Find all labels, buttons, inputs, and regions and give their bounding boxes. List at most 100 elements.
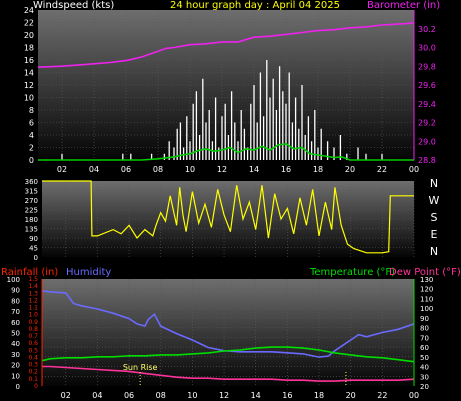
temp-x-tick: 12 (219, 391, 229, 400)
temp-x-tick: 02 (61, 391, 71, 400)
compass-letter: N (430, 245, 438, 258)
barometer-tick: 29.0 (418, 137, 436, 146)
rainfall-tick: 0.4 (28, 354, 38, 361)
temp-x-tick: 18 (314, 391, 324, 400)
wind-x-tick: 18 (313, 165, 323, 174)
barometer-title: Barometer (in) (367, 0, 440, 11)
temperature-axis-labels: 2030405060708090100110120130 (420, 276, 433, 391)
humidity-tick: 70 (11, 308, 20, 316)
wind-x-tick: 20 (345, 165, 355, 174)
wind-x-axis-labels: 02 04 06 08 10 12 14 16 18 20 22 00 (57, 165, 419, 174)
direction-y-tick: 360 (25, 178, 38, 186)
wind-y-tick: 22 (24, 19, 34, 28)
rainfall-tick: 1.3 (28, 290, 38, 297)
direction-y-tick: 0 (34, 254, 38, 262)
direction-y-tick: 225 (25, 207, 38, 215)
rainfall-tick: 0.7 (28, 333, 38, 340)
rainfall-tick: 1.0 (28, 312, 38, 319)
temp-x-tick: 20 (346, 391, 356, 400)
wind-y-tick: 18 (24, 44, 34, 53)
temp-x-tick: 16 (282, 391, 292, 400)
wind-x-tick: 08 (153, 165, 163, 174)
temperature-tick: 90 (420, 315, 429, 323)
wind-x-tick: 16 (281, 165, 291, 174)
temp-x-tick: 06 (124, 391, 134, 400)
wind-x-tick: 02 (57, 165, 67, 174)
wind-y-tick: 6 (29, 119, 34, 128)
direction-y-tick: 315 (25, 188, 38, 196)
wind-x-tick: 10 (185, 165, 195, 174)
humidity-axis-labels: 0 10 20 30 40 50 60 70 80 90 100 (7, 276, 20, 391)
rainfall-tick: 0.9 (28, 319, 38, 326)
rainfall-tick: 1.1 (28, 305, 38, 312)
temp-x-tick: 04 (92, 391, 102, 400)
rainfall-tick: 0.2 (28, 369, 38, 376)
direction-y-tick: 90 (29, 235, 38, 243)
humidity-tick: 80 (11, 297, 20, 305)
direction-y-axis-labels: 045 90135 180225 270315 360 (25, 178, 38, 262)
wind-y-tick: 20 (24, 31, 34, 40)
barometer-axis-labels: 28.8 29.0 29.2 29.4 29.6 29.8 30.0 30.2 (418, 25, 436, 165)
temp-x-tick: 08 (156, 391, 166, 400)
compass-letters: NWSEN (429, 177, 440, 258)
temp-x-tick: 10 (187, 391, 197, 400)
humidity-title: Humidity (66, 267, 111, 278)
direction-panel: 04590135180225270315360 NWSEN (25, 177, 440, 262)
wind-y-tick: 16 (24, 56, 34, 65)
temperature-tick: 70 (420, 334, 429, 342)
temperature-tick: 80 (420, 325, 429, 333)
wind-y-tick: 24 (24, 6, 34, 15)
wind-x-tick: 12 (217, 165, 227, 174)
wind-y-tick: 4 (29, 131, 34, 140)
windspeed-title: Windspeed (kts) (33, 0, 114, 11)
direction-y-tick: 135 (25, 226, 38, 234)
direction-y-tick: 45 (29, 245, 38, 253)
temp-x-tick: 14 (251, 391, 261, 400)
wind-x-tick: 00 (409, 165, 419, 174)
rainfall-tick: 0.5 (28, 347, 38, 354)
compass-letter: E (431, 228, 438, 241)
temperature-tick: 30 (420, 373, 429, 381)
wind-plot-background (38, 10, 414, 160)
wind-x-tick: 14 (249, 165, 259, 174)
temperature-tick: 50 (420, 354, 429, 362)
temp-hum-rain-panel: 00.10.20.30.40.50.60.70.80.91.01.11.21.3… (7, 276, 434, 391)
wind-y-tick: 0 (29, 156, 34, 165)
temperature-tick: 120 (420, 286, 433, 294)
wind-y-axis-labels: 024681012141618202224 (24, 6, 34, 165)
humidity-tick: 10 (11, 372, 20, 380)
humidity-tick: 0 (16, 383, 20, 391)
rainfall-tick: 0.8 (28, 326, 38, 333)
wind-y-tick: 12 (24, 81, 34, 90)
humidity-tick: 60 (11, 319, 20, 327)
barometer-tick: 29.8 (418, 62, 436, 71)
humidity-tick: 90 (11, 287, 20, 295)
wind-y-tick: 10 (24, 94, 34, 103)
rainfall-tick: 1.5 (28, 276, 38, 283)
humidity-tick: 100 (7, 276, 20, 284)
humidity-tick: 50 (11, 330, 20, 338)
temp-x-tick: 22 (377, 391, 387, 400)
wind-y-tick: 14 (24, 69, 34, 78)
compass-letter: S (431, 211, 438, 224)
temp-x-axis-labels: 02 04 06 08 10 12 14 16 18 20 22 00 (61, 391, 419, 400)
wind-y-tick: 2 (29, 144, 34, 153)
temp-x-tick: 00 (409, 391, 419, 400)
temperature-tick: 20 (420, 383, 429, 391)
wind-x-tick: 04 (89, 165, 99, 174)
humidity-tick: 30 (11, 351, 20, 359)
rainfall-tick: 0.3 (28, 362, 38, 369)
wind-baro-panel: 024681012141618202224 28.829.029.229.429… (24, 6, 436, 165)
barometer-tick: 28.8 (418, 156, 436, 165)
weather-graph-canvas: Windspeed (kts) 24 hour graph day : Apri… (1, 0, 461, 400)
rainfall-tick: 1.4 (28, 283, 38, 290)
rainfall-tick: 0.1 (28, 376, 38, 383)
wind-x-tick: 22 (377, 165, 387, 174)
temperature-tick: 110 (420, 295, 433, 303)
compass-letter: W (429, 194, 440, 207)
humidity-tick: 40 (11, 340, 20, 348)
direction-y-tick: 270 (25, 197, 38, 205)
humidity-tick: 20 (11, 362, 20, 370)
direction-y-tick: 180 (25, 216, 38, 224)
temperature-tick: 100 (420, 305, 433, 313)
